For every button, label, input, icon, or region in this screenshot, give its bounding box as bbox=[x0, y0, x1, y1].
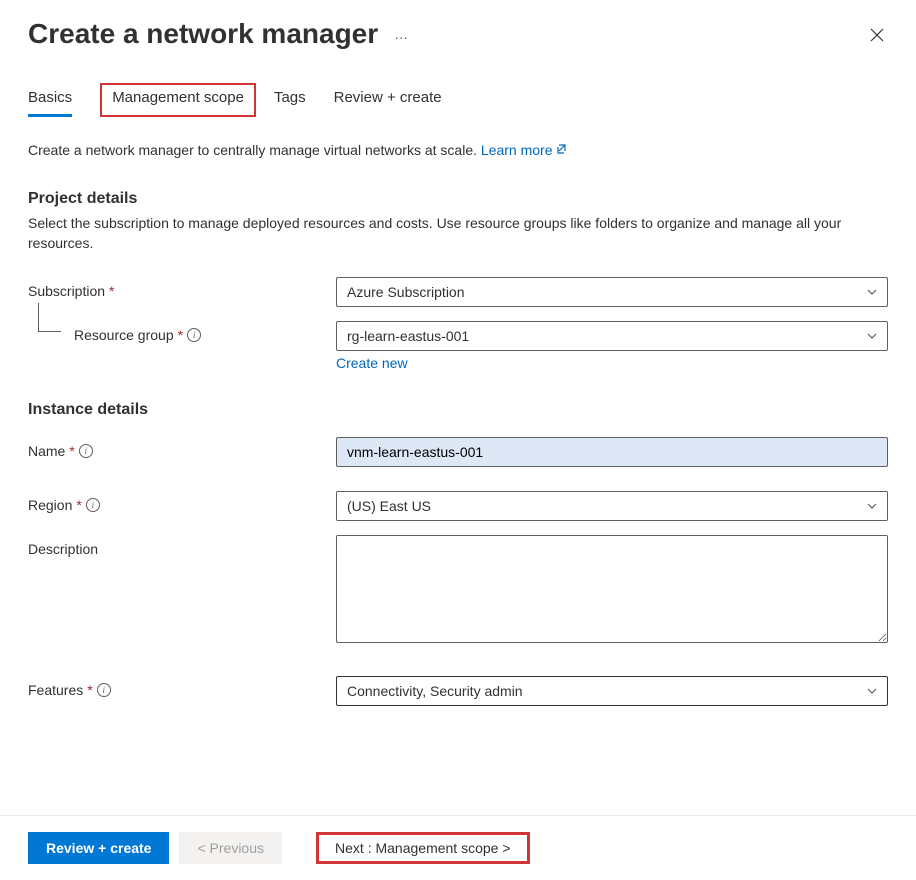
required-indicator: * bbox=[76, 497, 81, 513]
name-label: Name * i bbox=[28, 437, 336, 459]
chevron-down-icon bbox=[867, 287, 877, 298]
features-label: Features * i bbox=[28, 676, 336, 698]
next-button[interactable]: Next : Management scope > bbox=[316, 832, 530, 864]
tab-basics[interactable]: Basics bbox=[28, 83, 72, 117]
info-icon[interactable]: i bbox=[79, 444, 93, 458]
required-indicator: * bbox=[69, 443, 74, 459]
chevron-down-icon bbox=[867, 331, 877, 342]
region-value: (US) East US bbox=[347, 498, 431, 514]
resource-group-label: Resource group * i bbox=[28, 321, 336, 343]
close-icon bbox=[870, 28, 884, 42]
instance-details-heading: Instance details bbox=[28, 401, 888, 419]
required-indicator: * bbox=[178, 327, 183, 343]
tab-tags[interactable]: Tags bbox=[274, 83, 306, 117]
resource-group-select[interactable]: rg-learn-eastus-001 bbox=[336, 321, 888, 351]
description-label-text: Description bbox=[28, 541, 98, 557]
project-details-desc: Select the subscription to manage deploy… bbox=[28, 214, 888, 253]
info-icon[interactable]: i bbox=[97, 683, 111, 697]
name-input[interactable] bbox=[336, 437, 888, 467]
intro-text-body: Create a network manager to centrally ma… bbox=[28, 142, 481, 158]
tab-review-create[interactable]: Review + create bbox=[334, 83, 442, 117]
features-select[interactable]: Connectivity, Security admin bbox=[336, 676, 888, 706]
more-actions-button[interactable]: … bbox=[394, 26, 409, 42]
external-link-icon bbox=[556, 142, 568, 158]
learn-more-link[interactable]: Learn more bbox=[481, 142, 569, 158]
region-label-text: Region bbox=[28, 497, 72, 513]
info-icon[interactable]: i bbox=[86, 498, 100, 512]
review-create-button[interactable]: Review + create bbox=[28, 832, 169, 864]
required-indicator: * bbox=[109, 283, 114, 299]
chevron-down-icon bbox=[867, 686, 877, 697]
info-icon[interactable]: i bbox=[187, 328, 201, 342]
name-label-text: Name bbox=[28, 443, 65, 459]
features-label-text: Features bbox=[28, 682, 83, 698]
region-label: Region * i bbox=[28, 491, 336, 513]
project-details-heading: Project details bbox=[28, 190, 888, 208]
subscription-select[interactable]: Azure Subscription bbox=[336, 277, 888, 307]
region-select[interactable]: (US) East US bbox=[336, 491, 888, 521]
create-new-link[interactable]: Create new bbox=[336, 355, 408, 371]
description-textarea[interactable] bbox=[336, 535, 888, 643]
tab-management-scope[interactable]: Management scope bbox=[100, 83, 256, 117]
intro-text: Create a network manager to centrally ma… bbox=[28, 142, 888, 158]
learn-more-label: Learn more bbox=[481, 142, 553, 158]
page-title: Create a network manager bbox=[28, 18, 378, 50]
features-value: Connectivity, Security admin bbox=[347, 683, 523, 699]
close-button[interactable] bbox=[866, 24, 888, 51]
required-indicator: * bbox=[87, 682, 92, 698]
tabs: Basics Management scope Tags Review + cr… bbox=[0, 51, 916, 118]
subscription-label-text: Subscription bbox=[28, 283, 105, 299]
subscription-value: Azure Subscription bbox=[347, 284, 465, 300]
description-label: Description bbox=[28, 535, 336, 557]
resource-group-value: rg-learn-eastus-001 bbox=[347, 328, 469, 344]
chevron-down-icon bbox=[867, 501, 877, 512]
subscription-label: Subscription * bbox=[28, 277, 336, 299]
resource-group-label-text: Resource group bbox=[74, 327, 174, 343]
footer: Review + create < Previous Next : Manage… bbox=[0, 815, 916, 880]
previous-button[interactable]: < Previous bbox=[179, 832, 282, 864]
